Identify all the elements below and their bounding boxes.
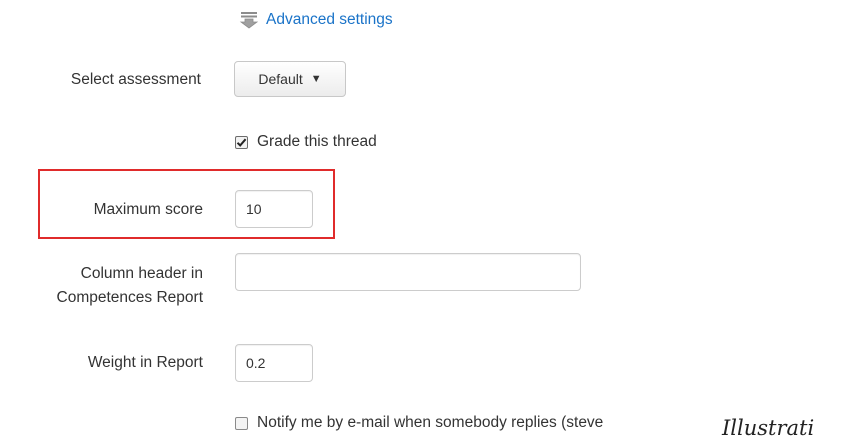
- assessment-select[interactable]: Default ▼: [234, 61, 346, 97]
- grade-thread-checkbox[interactable]: [235, 135, 248, 149]
- corner-caption: Illustrati: [722, 416, 815, 440]
- assessment-select-value: Default: [258, 71, 303, 87]
- notify-label: Notify me by e-mail when somebody replie…: [257, 414, 604, 431]
- maximum-score-input[interactable]: [235, 190, 313, 228]
- column-header-label-line2: Competences Report: [56, 289, 203, 306]
- weight-label: Weight in Report: [87, 354, 203, 371]
- grade-thread-label: Grade this thread: [257, 133, 377, 150]
- download-arrow-icon: [238, 11, 260, 29]
- grade-thread-row[interactable]: Grade this thread: [235, 133, 377, 151]
- advanced-settings-label[interactable]: Advanced settings: [266, 11, 393, 29]
- notify-checkbox[interactable]: [235, 416, 248, 430]
- select-assessment-label: Select assessment: [70, 71, 201, 88]
- notify-row[interactable]: Notify me by e-mail when somebody replie…: [235, 414, 603, 432]
- weight-input[interactable]: [235, 344, 313, 382]
- caret-down-icon: ▼: [310, 72, 322, 85]
- checkmark-icon: [236, 138, 247, 147]
- maximum-score-label: Maximum score: [93, 201, 203, 218]
- column-header-label-line1: Column header in: [80, 265, 203, 282]
- column-header-input[interactable]: [235, 253, 581, 291]
- advanced-settings-link[interactable]: Advanced settings: [238, 9, 393, 31]
